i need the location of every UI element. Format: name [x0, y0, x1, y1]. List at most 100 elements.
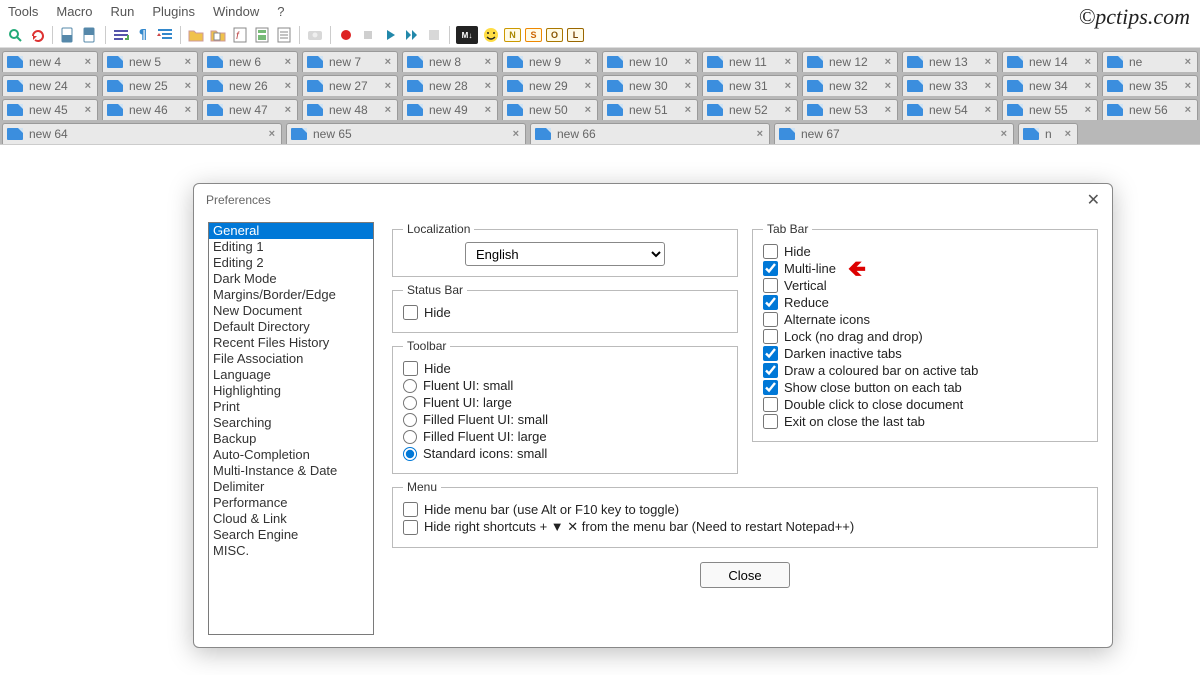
tab-close-icon[interactable]: × — [269, 128, 275, 140]
tab[interactable]: new 64× — [2, 123, 282, 144]
menu-window[interactable]: Window — [213, 4, 259, 19]
tab[interactable]: new 53× — [802, 99, 898, 120]
menu-plugins[interactable]: Plugins — [152, 4, 195, 19]
tab[interactable]: new 55× — [1002, 99, 1098, 120]
tab[interactable]: new 56× — [1102, 99, 1198, 120]
tab[interactable]: new 52× — [702, 99, 798, 120]
category-item[interactable]: Auto-Completion — [209, 447, 373, 463]
badge-n[interactable]: N — [504, 28, 521, 42]
tab-close-icon[interactable]: × — [485, 80, 491, 92]
tabbar-multiline-check[interactable] — [763, 261, 778, 276]
tabbar-alticons-check[interactable] — [763, 312, 778, 327]
tab-close-icon[interactable]: × — [185, 56, 191, 68]
camera-icon[interactable] — [306, 26, 324, 44]
tab[interactable]: new 10× — [602, 51, 698, 72]
tab[interactable]: new 14× — [1002, 51, 1098, 72]
category-item[interactable]: Print — [209, 399, 373, 415]
tab[interactable]: new 9× — [502, 51, 598, 72]
tab[interactable]: new 35× — [1102, 75, 1198, 96]
tab[interactable]: new 27× — [302, 75, 398, 96]
pilcrow-icon[interactable]: ¶ — [134, 26, 152, 44]
toolbar-filled-large-radio[interactable] — [403, 430, 417, 444]
category-item[interactable]: Multi-Instance & Date — [209, 463, 373, 479]
tab-close-icon[interactable]: × — [985, 80, 991, 92]
save-macro-icon[interactable] — [425, 26, 443, 44]
toolbar-filled-small-radio[interactable] — [403, 413, 417, 427]
folder-doc-icon[interactable] — [209, 26, 227, 44]
tabbar-reduce-check[interactable] — [763, 295, 778, 310]
tab-close-icon[interactable]: × — [1085, 104, 1091, 116]
tab-close-icon[interactable]: × — [885, 80, 891, 92]
toolbar-hide-check[interactable] — [403, 361, 418, 376]
tab-close-icon[interactable]: × — [785, 56, 791, 68]
category-item[interactable]: File Association — [209, 351, 373, 367]
tab-close-icon[interactable]: × — [757, 128, 763, 140]
stop-icon[interactable] — [359, 26, 377, 44]
folder-icon[interactable] — [187, 26, 205, 44]
category-item[interactable]: Searching — [209, 415, 373, 431]
tab[interactable]: new 26× — [202, 75, 298, 96]
close-icon[interactable]: ✕ — [1087, 190, 1100, 210]
tab[interactable]: new 49× — [402, 99, 498, 120]
magnifier-icon[interactable] — [6, 26, 24, 44]
play-icon[interactable] — [381, 26, 399, 44]
category-item[interactable]: New Document — [209, 303, 373, 319]
tab-close-icon[interactable]: × — [785, 80, 791, 92]
indent-icon[interactable] — [156, 26, 174, 44]
tab-close-icon[interactable]: × — [1065, 128, 1071, 140]
tab[interactable]: new 46× — [102, 99, 198, 120]
tab-close-icon[interactable]: × — [85, 80, 91, 92]
doc2-icon[interactable] — [81, 26, 99, 44]
func-icon[interactable]: f — [231, 26, 249, 44]
tab-close-icon[interactable]: × — [885, 104, 891, 116]
tab-close-icon[interactable]: × — [1185, 80, 1191, 92]
menu-tools[interactable]: Tools — [8, 4, 38, 19]
category-item[interactable]: Delimiter — [209, 479, 373, 495]
tab[interactable]: new 47× — [202, 99, 298, 120]
tab[interactable]: new 48× — [302, 99, 398, 120]
tabbar-exitlast-check[interactable] — [763, 414, 778, 429]
category-item[interactable]: Language — [209, 367, 373, 383]
menu-help[interactable]: ? — [277, 4, 284, 19]
tab-close-icon[interactable]: × — [285, 104, 291, 116]
tabbar-dblclick-check[interactable] — [763, 397, 778, 412]
toolbar-fluent-large-radio[interactable] — [403, 396, 417, 410]
tab-close-icon[interactable]: × — [1001, 128, 1007, 140]
tab-close-icon[interactable]: × — [685, 56, 691, 68]
tab-close-icon[interactable]: × — [585, 80, 591, 92]
tab[interactable]: new 65× — [286, 123, 526, 144]
tab[interactable]: new 66× — [530, 123, 770, 144]
tab-close-icon[interactable]: × — [85, 56, 91, 68]
tab-close-icon[interactable]: × — [385, 80, 391, 92]
tab[interactable]: new 33× — [902, 75, 998, 96]
tab-close-icon[interactable]: × — [685, 80, 691, 92]
category-item[interactable]: Backup — [209, 431, 373, 447]
toolbar-standard-radio[interactable] — [403, 447, 417, 461]
tab[interactable]: new 13× — [902, 51, 998, 72]
tab-close-icon[interactable]: × — [585, 56, 591, 68]
badge-o[interactable]: O — [546, 28, 563, 42]
category-item[interactable]: Editing 1 — [209, 239, 373, 255]
tab-close-icon[interactable]: × — [585, 104, 591, 116]
fastfwd-icon[interactable] — [403, 26, 421, 44]
tab[interactable]: new 32× — [802, 75, 898, 96]
tab-close-icon[interactable]: × — [1085, 56, 1091, 68]
menu-hidebar-check[interactable] — [403, 502, 418, 517]
statusbar-hide-check[interactable] — [403, 305, 418, 320]
tabbar-darken-check[interactable] — [763, 346, 778, 361]
menu-macro[interactable]: Macro — [56, 4, 92, 19]
tab-close-icon[interactable]: × — [385, 56, 391, 68]
tab[interactable]: new 4× — [2, 51, 98, 72]
tab[interactable]: new 28× — [402, 75, 498, 96]
tab[interactable]: new 54× — [902, 99, 998, 120]
category-item[interactable]: Recent Files History — [209, 335, 373, 351]
menu-run[interactable]: Run — [110, 4, 134, 19]
tab[interactable]: new 7× — [302, 51, 398, 72]
tab[interactable]: new 31× — [702, 75, 798, 96]
category-item[interactable]: Highlighting — [209, 383, 373, 399]
badge-s[interactable]: S — [525, 28, 542, 42]
tab[interactable]: new 5× — [102, 51, 198, 72]
category-list[interactable]: GeneralEditing 1Editing 2Dark ModeMargin… — [208, 222, 374, 635]
category-item[interactable]: Default Directory — [209, 319, 373, 335]
tabbar-vertical-check[interactable] — [763, 278, 778, 293]
